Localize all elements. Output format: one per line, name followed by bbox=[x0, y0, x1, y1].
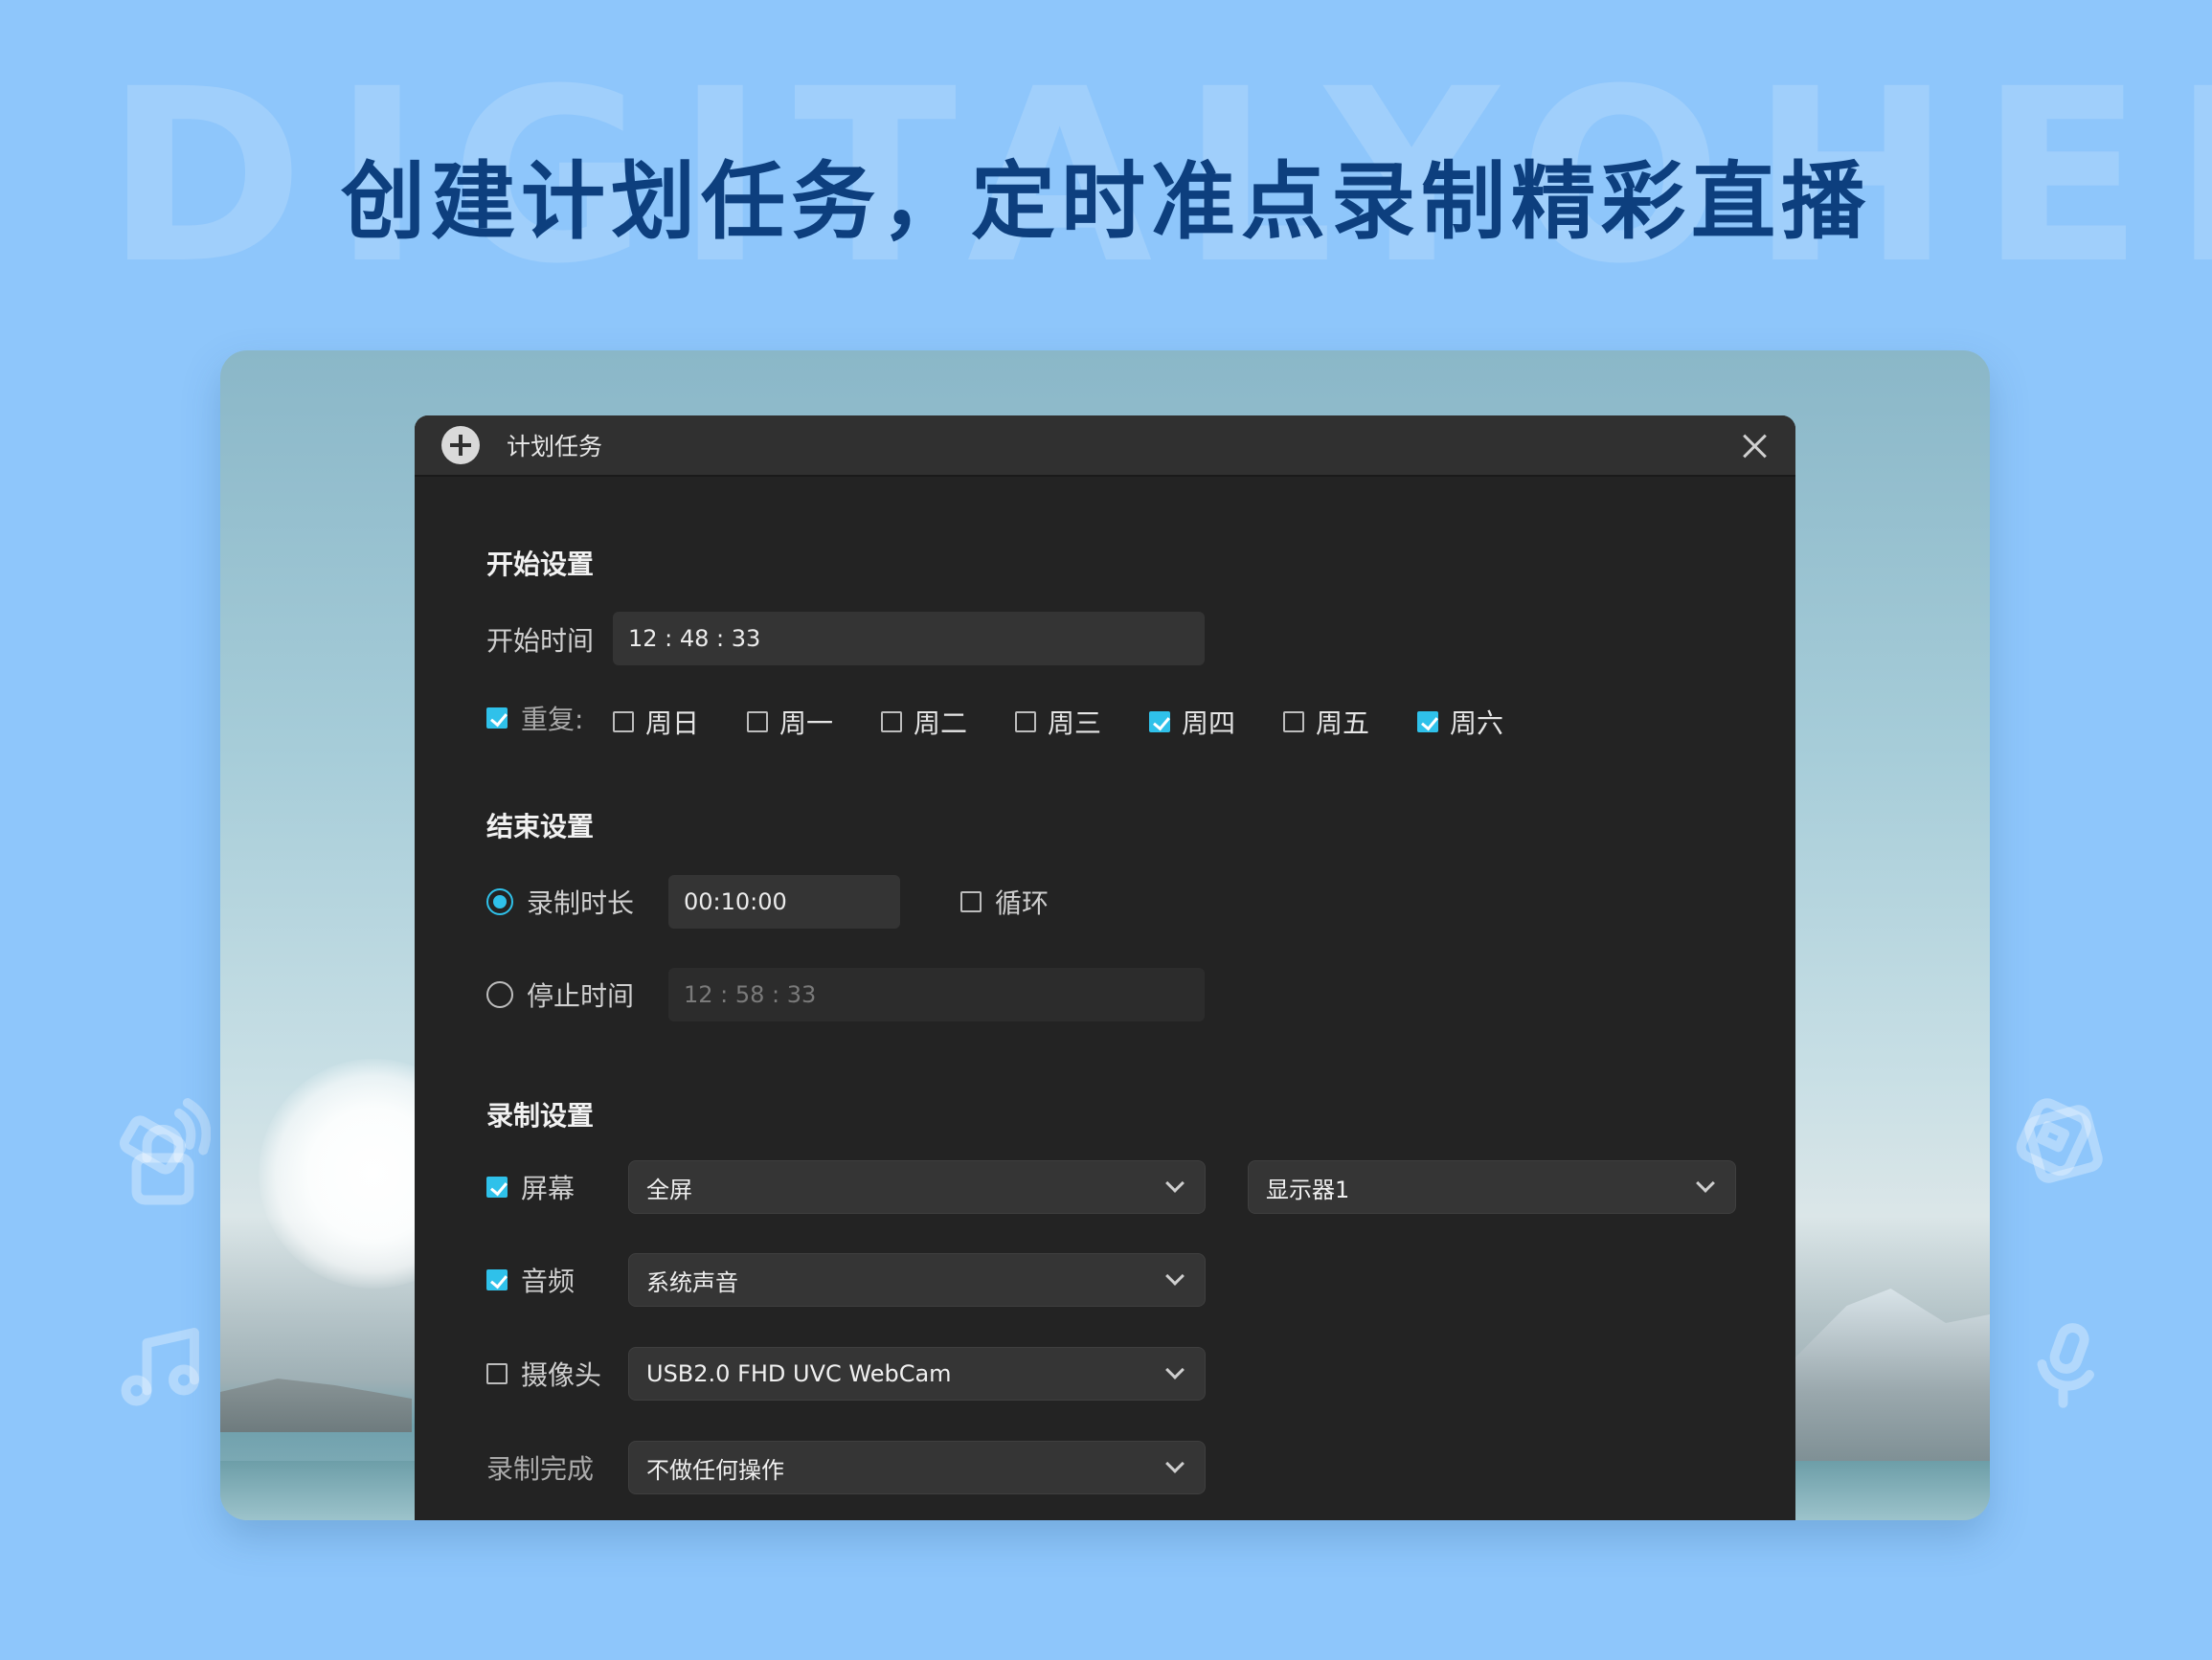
music-note-icon bbox=[121, 1328, 199, 1406]
wallpaper-mountain bbox=[1770, 1289, 1990, 1461]
wallpaper-shore bbox=[220, 1379, 412, 1432]
screen-checkbox[interactable] bbox=[486, 1177, 508, 1198]
loop-option[interactable]: 循环 bbox=[960, 883, 1049, 921]
record-section-title: 录制设置 bbox=[486, 1100, 595, 1132]
camera-option[interactable]: 摄像头 bbox=[486, 1355, 601, 1393]
screen-label: 屏幕 bbox=[521, 1173, 576, 1204]
stop-time-radio[interactable] bbox=[486, 981, 513, 1008]
camera-device-select[interactable]: USB2.0 FHD UVC WebCam bbox=[628, 1347, 1206, 1401]
chevron-down-icon bbox=[1165, 1454, 1185, 1473]
day-friday[interactable]: 周五 bbox=[1283, 703, 1369, 741]
display-value: 显示器1 bbox=[1266, 1176, 1350, 1203]
loop-checkbox[interactable] bbox=[960, 891, 982, 912]
day-checkbox[interactable] bbox=[1149, 711, 1170, 732]
day-wednesday[interactable]: 周三 bbox=[1015, 703, 1101, 741]
page-headline: 创建计划任务，定时准点录制精彩直播 bbox=[340, 152, 1871, 251]
finish-action-value: 不做任何操作 bbox=[646, 1456, 784, 1484]
dialog-titlebar: 计划任务 bbox=[415, 415, 1795, 477]
camera-label: 摄像头 bbox=[521, 1359, 602, 1391]
day-thursday[interactable]: 周四 bbox=[1149, 703, 1235, 741]
day-label: 周三 bbox=[1048, 707, 1102, 739]
duration-radio[interactable] bbox=[486, 888, 513, 915]
stop-time-input[interactable]: 12 : 58 : 33 bbox=[668, 968, 1205, 1021]
screen-mode-value: 全屏 bbox=[646, 1176, 692, 1203]
day-checkbox[interactable] bbox=[1015, 711, 1036, 732]
audio-option[interactable]: 音频 bbox=[486, 1261, 575, 1299]
day-saturday[interactable]: 周六 bbox=[1417, 703, 1503, 741]
day-label: 周二 bbox=[914, 707, 968, 739]
start-time-label: 开始时间 bbox=[486, 625, 595, 657]
add-circle-icon bbox=[441, 426, 480, 464]
day-checkbox[interactable] bbox=[881, 711, 902, 732]
screen-mode-select[interactable]: 全屏 bbox=[628, 1160, 1206, 1214]
day-sunday[interactable]: 周日 bbox=[613, 703, 699, 741]
day-checkbox[interactable] bbox=[613, 711, 634, 732]
stop-time-option[interactable]: 停止时间 bbox=[486, 976, 634, 1014]
chevron-down-icon bbox=[1165, 1360, 1185, 1380]
finish-action-label: 录制完成 bbox=[486, 1453, 595, 1485]
end-section-title: 结束设置 bbox=[486, 811, 595, 842]
microphone-icon bbox=[2037, 1323, 2094, 1408]
chevron-down-icon bbox=[1165, 1267, 1185, 1286]
audio-source-select[interactable]: 系统声音 bbox=[628, 1253, 1206, 1307]
day-checkbox[interactable] bbox=[1417, 711, 1438, 732]
chevron-down-icon bbox=[1165, 1174, 1185, 1193]
repeat-label: 重复: bbox=[521, 704, 584, 735]
duration-option[interactable]: 录制时长 bbox=[486, 883, 634, 921]
scheduled-task-dialog: 计划任务 开始设置 开始时间 12 : 48 : 33 重复: 周日 周一 周二… bbox=[415, 415, 1795, 1520]
day-label: 周一 bbox=[779, 707, 834, 739]
loop-label: 循环 bbox=[995, 887, 1050, 919]
repeat-toggle[interactable]: 重复: bbox=[486, 699, 583, 737]
finish-action-select[interactable]: 不做任何操作 bbox=[628, 1441, 1206, 1494]
floppy-icon bbox=[2024, 1105, 2103, 1183]
day-label: 周日 bbox=[645, 707, 700, 739]
day-tuesday[interactable]: 周二 bbox=[881, 703, 967, 741]
audio-label: 音频 bbox=[521, 1266, 576, 1297]
start-time-input[interactable]: 12 : 48 : 33 bbox=[613, 612, 1205, 665]
audio-checkbox[interactable] bbox=[486, 1269, 508, 1290]
camera-checkbox[interactable] bbox=[486, 1363, 508, 1384]
day-label: 周五 bbox=[1316, 707, 1370, 739]
day-label: 周六 bbox=[1450, 707, 1504, 739]
screen-option[interactable]: 屏幕 bbox=[486, 1168, 575, 1206]
camera-device-value: USB2.0 FHD UVC WebCam bbox=[646, 1360, 952, 1387]
display-select[interactable]: 显示器1 bbox=[1248, 1160, 1736, 1214]
dialog-title: 计划任务 bbox=[507, 433, 603, 460]
chevron-down-icon bbox=[1696, 1174, 1715, 1193]
lock-icon bbox=[131, 1124, 194, 1205]
day-monday[interactable]: 周一 bbox=[747, 703, 833, 741]
duration-label: 录制时长 bbox=[527, 887, 635, 919]
stop-time-label: 停止时间 bbox=[527, 980, 635, 1012]
close-icon[interactable] bbox=[1740, 431, 1771, 461]
start-section-title: 开始设置 bbox=[486, 549, 595, 580]
repeat-checkbox[interactable] bbox=[486, 707, 508, 729]
audio-source-value: 系统声音 bbox=[646, 1268, 738, 1296]
day-label: 周四 bbox=[1182, 707, 1236, 739]
duration-input[interactable]: 00:10:00 bbox=[668, 875, 900, 929]
day-checkbox[interactable] bbox=[1283, 711, 1304, 732]
day-checkbox[interactable] bbox=[747, 711, 768, 732]
